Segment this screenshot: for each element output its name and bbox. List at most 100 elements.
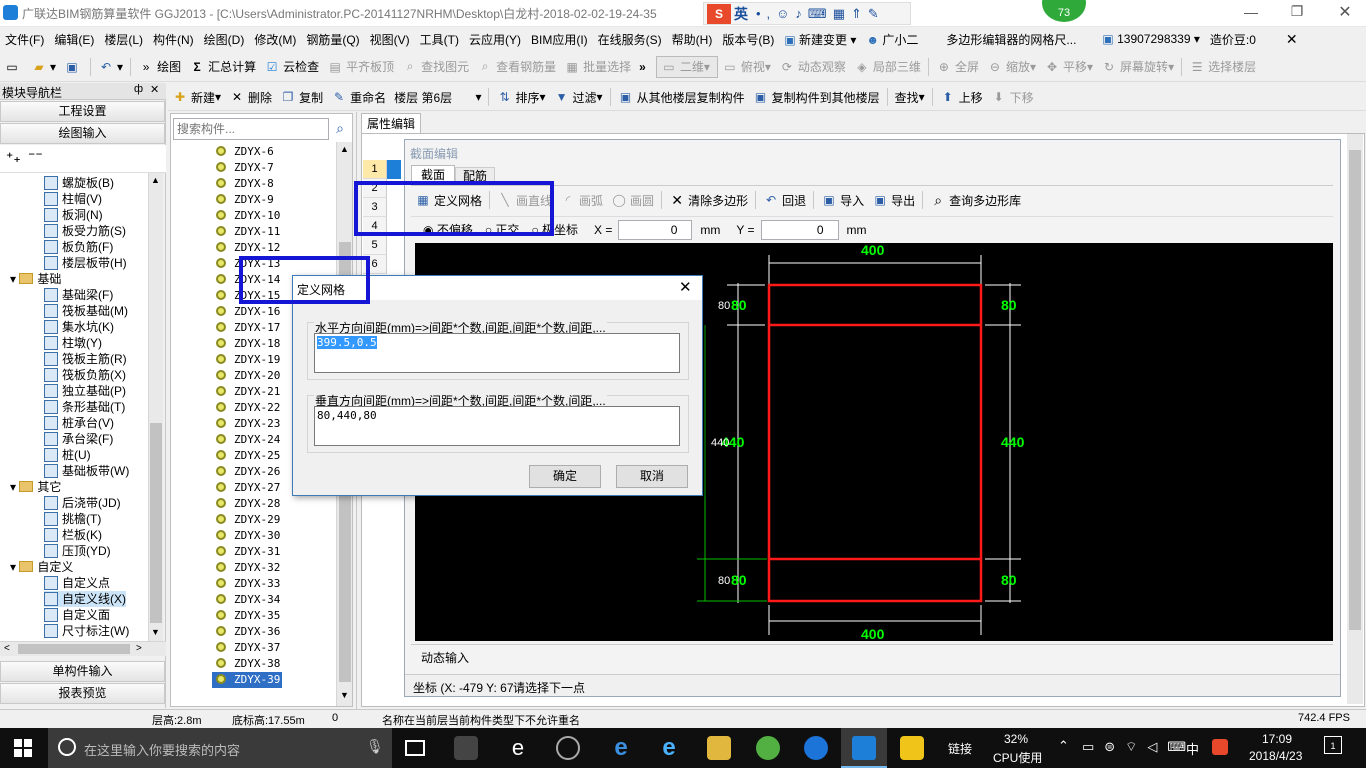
tree-scrollbar[interactable]: ▲ ▼ [148, 173, 163, 641]
menu-tip[interactable]: 多边形编辑器的网格尺... [941, 31, 1081, 48]
component-list-item[interactable]: ZDYX-24 [216, 432, 280, 448]
filter-button[interactable]: ▼ 过滤 ▾ [550, 86, 607, 108]
cancel-button[interactable]: 取消 [616, 465, 688, 488]
tree-toggle-icon[interactable]: ▾ [10, 560, 19, 574]
draw-arc-button[interactable]: ◜ 画弧 [556, 189, 607, 211]
sort-button[interactable]: ⇅ 排序 ▾ [492, 86, 549, 108]
tree-item[interactable]: 基础梁(F) [44, 287, 113, 303]
pan-button[interactable]: ✥ 平移 ▾ [1040, 56, 1097, 78]
menu-help[interactable]: 帮助(H) [667, 31, 718, 48]
view-mode-select[interactable]: ▭ 二维 ▾ [655, 55, 718, 78]
component-list-item[interactable]: ZDYX-38 [216, 656, 280, 672]
tree-item[interactable]: 条形基础(T) [44, 399, 125, 415]
v-spacing-input[interactable]: 80,440,80 [314, 406, 680, 446]
tray-up-chevron-icon[interactable]: ⌃ [1058, 738, 1069, 754]
find-button[interactable]: 查找 ▾ [891, 86, 929, 108]
tray-icons[interactable]: ▭⊜⌔◁⌨ [1082, 739, 1196, 755]
fullscreen-button[interactable]: ⊕ 全屏 [932, 56, 983, 78]
tree-item[interactable]: 筏板主筋(R) [44, 351, 127, 367]
tree-item[interactable]: 承台梁(F) [44, 431, 113, 447]
batch-select-button[interactable]: ▦ 批量选择 [560, 56, 635, 78]
open-button[interactable]: ▰ ▾ [27, 56, 60, 78]
component-list-item[interactable]: ZDYX-36 [216, 624, 280, 640]
component-list-item[interactable]: ZDYX-35 [216, 608, 280, 624]
component-list-item[interactable]: ZDYX-33 [216, 576, 280, 592]
menu-new-change[interactable]: ▣ 新建变更 ▾ [779, 31, 861, 48]
single-input-button[interactable]: 单构件输入 [0, 661, 165, 682]
draw-input-button[interactable]: 绘图输入 [0, 123, 165, 144]
move-up-button[interactable]: ⬆ 上移 [936, 86, 987, 108]
start-windows-icon[interactable] [14, 739, 32, 757]
ime-lang[interactable]: 英 [734, 4, 748, 24]
component-list-item[interactable]: ZDYX-10 [216, 208, 280, 224]
pin-icon[interactable]: ф [134, 83, 143, 95]
component-list-item[interactable]: ZDYX-27 [216, 480, 280, 496]
tree-item[interactable]: 螺旋板(B) [44, 175, 114, 191]
tree-item[interactable]: 挑檐(T) [44, 511, 101, 527]
menu-rebar[interactable]: 钢筋量(Q) [301, 31, 364, 48]
sum-calc-button[interactable]: Σ 汇总计算 [185, 56, 260, 78]
menu-component[interactable]: 构件(N) [148, 31, 199, 48]
local-3d-button[interactable]: ◈ 局部三维 [850, 56, 925, 78]
prop-tab[interactable]: 属性编辑 [361, 113, 421, 133]
component-list-item[interactable]: ZDYX-22 [216, 400, 280, 416]
notes-app-icon[interactable] [900, 736, 924, 760]
tree-toggle-icon[interactable]: ▾ [10, 480, 19, 494]
menu-version[interactable]: 版本号(B) [717, 31, 779, 48]
nav-close-icon[interactable]: ✕ [150, 83, 159, 96]
cloud-check-button[interactable]: ☑ 云检查 [260, 56, 323, 78]
menu-file[interactable]: 文件(F) [0, 31, 49, 48]
move-down-button[interactable]: ⬇ 下移 [987, 86, 1038, 108]
menu-cloud[interactable]: 云应用(Y) [464, 31, 526, 48]
component-list-item[interactable]: ZDYX-11 [216, 224, 280, 240]
tree-item[interactable]: 基础板带(W) [44, 463, 129, 479]
sogou-tray-icon[interactable] [1212, 739, 1228, 755]
menu-modify[interactable]: 修改(M) [249, 31, 301, 48]
prop-row-header[interactable]: 1 [363, 160, 387, 179]
clock-date[interactable]: 2018/4/23 [1249, 749, 1302, 763]
tree-item[interactable]: 自定义点 [44, 575, 110, 591]
component-list-item[interactable]: ZDYX-23 [216, 416, 280, 432]
flat-top-button[interactable]: ▤ 平齐板顶 [323, 56, 398, 78]
component-list-item[interactable]: ZDYX-31 [216, 544, 280, 560]
component-list-item[interactable]: ZDYX-7 [216, 160, 274, 176]
component-list-item[interactable]: ZDYX-26 [216, 464, 280, 480]
more-chevron-icon[interactable]: » [635, 56, 650, 78]
menu-edit[interactable]: 编辑(E) [49, 31, 99, 48]
tree-item[interactable]: 筏板负筋(X) [44, 367, 126, 383]
component-list-item[interactable]: ZDYX-30 [216, 528, 280, 544]
tree-item[interactable]: 板负筋(F) [44, 239, 113, 255]
mic-icon[interactable]: 🎙 [366, 738, 384, 755]
user-account[interactable]: ▣ 13907298339 ▾ [1097, 32, 1204, 46]
menu-bim[interactable]: BIM应用(I) [526, 31, 593, 48]
select-floor-button[interactable]: ☰ 选择楼层 [1185, 56, 1260, 78]
floor-selector[interactable]: 楼层 第6层 ▾ [390, 86, 485, 108]
tray-link[interactable]: 链接 [948, 740, 972, 757]
zoom-button[interactable]: ⊖ 缩放 ▾ [983, 56, 1040, 78]
new-button[interactable]: ✚ 新建 ▾ [168, 86, 225, 108]
tree-hscrollbar[interactable]: < > [0, 641, 166, 656]
ok-button[interactable]: 确定 [529, 465, 601, 488]
notification-icon[interactable]: 1 [1324, 736, 1342, 754]
hscroll-right-icon[interactable]: > [136, 643, 142, 654]
draw-button[interactable]: » 绘图 [134, 56, 185, 78]
tree-scroll-up-icon[interactable]: ▲ [151, 175, 160, 185]
component-list-item[interactable]: ZDYX-32 [216, 560, 280, 576]
tree-item[interactable]: 楼层板带(H) [44, 255, 127, 271]
hscroll-thumb[interactable] [18, 644, 130, 654]
delete-button[interactable]: ✕ 删除 [225, 86, 276, 108]
query-library-button[interactable]: ⌕ 查询多边形库 [926, 189, 1025, 211]
restore-button[interactable]: ❐ [1282, 3, 1312, 20]
h-spacing-input[interactable]: 399.5,0.5 [314, 333, 680, 373]
menu-online[interactable]: 在线服务(S) [593, 31, 667, 48]
tree-item[interactable]: 桩承台(V) [44, 415, 114, 431]
search-icon[interactable]: ⌕ [331, 120, 349, 138]
tree-item[interactable]: 集水坑(K) [44, 319, 114, 335]
dialog-close-icon[interactable]: ✕ [679, 278, 692, 296]
component-list-item[interactable]: ZDYX-20 [216, 368, 280, 384]
list-scroll-up-icon[interactable]: ▲ [340, 144, 349, 154]
component-list-item[interactable]: ZDYX-34 [216, 592, 280, 608]
dynamic-input-label[interactable]: 动态输入 [421, 649, 469, 666]
component-list-item[interactable]: ZDYX-37 [216, 640, 280, 656]
tree-item[interactable]: 柱帽(V) [44, 191, 102, 207]
